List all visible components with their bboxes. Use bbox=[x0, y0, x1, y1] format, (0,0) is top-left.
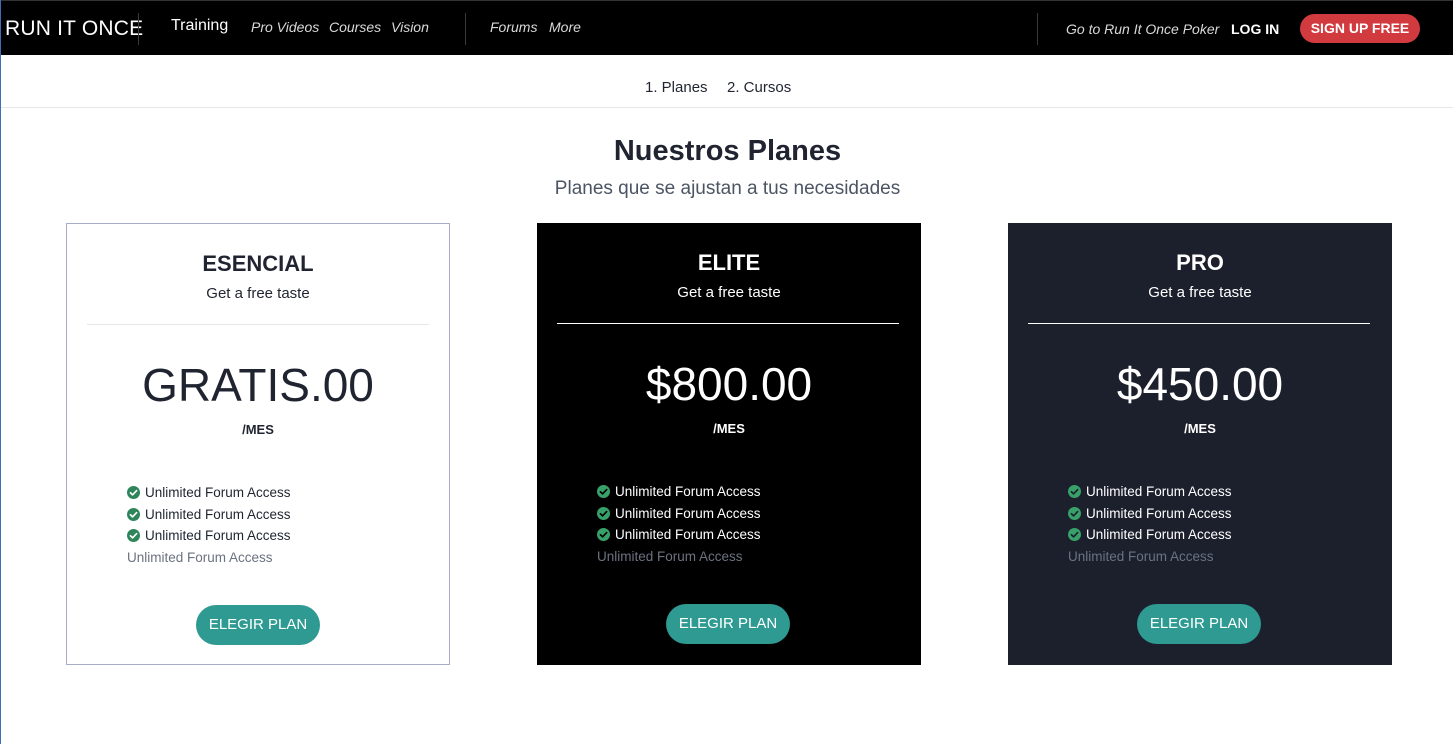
nav-divider bbox=[1037, 13, 1038, 45]
nav-pro-videos[interactable]: Pro Videos bbox=[251, 19, 319, 35]
feature-label: Unlimited Forum Access bbox=[615, 484, 761, 500]
signup-button[interactable]: SIGN UP FREE bbox=[1300, 14, 1420, 43]
check-circle-icon bbox=[1068, 485, 1081, 499]
top-navbar: RUN IT ONCE Training Pro Videos Courses … bbox=[1, 0, 1453, 55]
feature-item: Unlimited Forum Access bbox=[1068, 524, 1232, 546]
feature-list: Unlimited Forum Access Unlimited Forum A… bbox=[597, 481, 761, 567]
nav-go-to-poker[interactable]: Go to Run It Once Poker bbox=[1066, 21, 1219, 37]
choose-plan-button[interactable]: ELEGIR PLAN bbox=[196, 605, 320, 645]
check-circle-icon bbox=[1068, 506, 1081, 520]
login-link[interactable]: LOG IN bbox=[1231, 21, 1279, 37]
feature-list: Unlimited Forum Access Unlimited Forum A… bbox=[127, 482, 291, 568]
check-circle-icon bbox=[1068, 528, 1081, 542]
nav-training[interactable]: Training bbox=[171, 17, 228, 35]
feature-item: Unlimited Forum Access bbox=[597, 503, 761, 525]
nav-more[interactable]: More bbox=[549, 19, 581, 35]
nav-vision[interactable]: Vision bbox=[391, 19, 429, 35]
check-circle-icon bbox=[597, 485, 610, 499]
feature-item: Unlimited Forum Access bbox=[597, 481, 761, 503]
feature-label: Unlimited Forum Access bbox=[615, 527, 761, 543]
plan-period: /MES bbox=[242, 422, 274, 437]
plan-tagline: Get a free taste bbox=[677, 284, 781, 301]
feature-item: Unlimited Forum Access bbox=[127, 525, 291, 547]
brand-logo[interactable]: RUN IT ONCE bbox=[5, 17, 143, 41]
nav-divider bbox=[465, 13, 466, 45]
plan-tagline: Get a free taste bbox=[1148, 284, 1252, 301]
feature-label: Unlimited Forum Access bbox=[145, 528, 291, 544]
feature-label: Unlimited Forum Access bbox=[145, 506, 291, 522]
plan-price: $800.00 bbox=[645, 358, 813, 410]
check-circle-icon bbox=[597, 528, 610, 542]
plan-price: $450.00 bbox=[1116, 358, 1284, 410]
check-circle-icon bbox=[127, 529, 140, 543]
plan-divider bbox=[87, 324, 429, 325]
feature-item: Unlimited Forum Access bbox=[1068, 481, 1232, 503]
plan-name: ELITE bbox=[697, 250, 761, 275]
nav-courses[interactable]: Courses bbox=[329, 19, 381, 35]
feature-label: Unlimited Forum Access bbox=[145, 485, 291, 501]
feature-label: Unlimited Forum Access bbox=[1086, 484, 1232, 500]
feature-label: Unlimited Forum Access bbox=[1086, 527, 1232, 543]
plan-name: ESENCIAL bbox=[202, 251, 314, 276]
feature-label: Unlimited Forum Access bbox=[615, 505, 761, 521]
nav-divider bbox=[138, 13, 139, 45]
page-title: Nuestros Planes bbox=[613, 135, 842, 167]
plan-divider bbox=[1028, 323, 1370, 324]
feature-item: Unlimited Forum Access bbox=[1068, 503, 1232, 525]
page-subtitle: Planes que se ajustan a tus necesidades bbox=[554, 178, 901, 199]
feature-item: Unlimited Forum Access bbox=[597, 524, 761, 546]
plan-card-elite: ELITE Get a free taste $800.00 /MES Unli… bbox=[537, 223, 921, 665]
plan-period: /MES bbox=[1184, 421, 1216, 436]
check-circle-icon bbox=[597, 506, 610, 520]
plan-divider bbox=[557, 323, 899, 324]
choose-plan-button[interactable]: ELEGIR PLAN bbox=[666, 604, 790, 644]
feature-item: Unlimited Forum Access bbox=[127, 504, 291, 526]
feature-item-disabled: Unlimited Forum Access bbox=[127, 550, 273, 566]
check-circle-icon bbox=[127, 486, 140, 500]
plan-card-pro: PRO Get a free taste $450.00 /MES Unlimi… bbox=[1008, 223, 1392, 665]
feature-item: Unlimited Forum Access bbox=[127, 482, 291, 504]
choose-plan-button[interactable]: ELEGIR PLAN bbox=[1137, 604, 1261, 644]
feature-item-disabled: Unlimited Forum Access bbox=[1068, 549, 1214, 565]
plan-price: GRATIS.00 bbox=[142, 359, 374, 411]
nav-forums[interactable]: Forums bbox=[490, 19, 537, 35]
feature-list: Unlimited Forum Access Unlimited Forum A… bbox=[1068, 481, 1232, 567]
step-plans[interactable]: 1. Planes bbox=[645, 79, 708, 96]
plan-name: PRO bbox=[1176, 250, 1224, 275]
plan-card-esencial: ESENCIAL Get a free taste GRATIS.00 /MES… bbox=[66, 223, 450, 665]
plan-tagline: Get a free taste bbox=[206, 285, 310, 302]
check-circle-icon bbox=[127, 507, 140, 521]
steps-bar: 1. Planes 2. Cursos bbox=[1, 55, 1453, 108]
feature-label: Unlimited Forum Access bbox=[1086, 505, 1232, 521]
feature-item-disabled: Unlimited Forum Access bbox=[597, 549, 743, 565]
step-courses[interactable]: 2. Cursos bbox=[727, 79, 791, 96]
plan-period: /MES bbox=[713, 421, 745, 436]
